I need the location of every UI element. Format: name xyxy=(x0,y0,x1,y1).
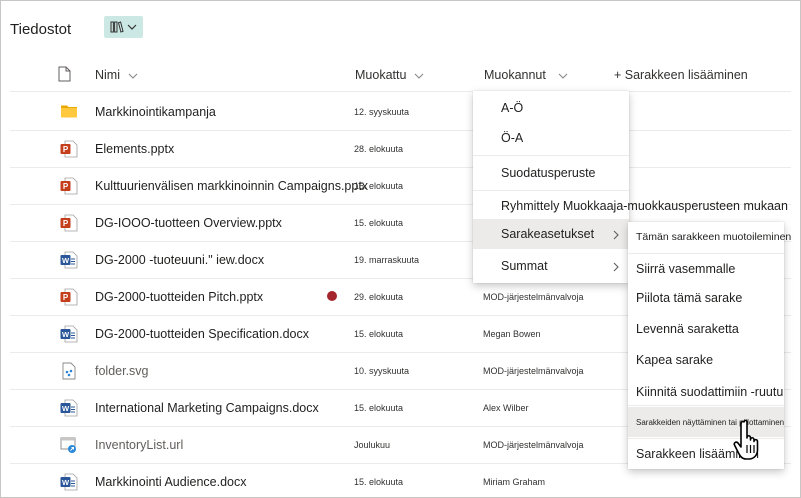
menu-item-label: A-Ö xyxy=(501,101,524,115)
svg-text:P: P xyxy=(63,293,69,302)
table-row[interactable]: P Elements.pptx 28. elokuuta xyxy=(10,131,791,168)
word-icon: W xyxy=(60,325,78,343)
modified-date: 15. elokuuta xyxy=(354,329,404,339)
menu-item-sort-ascending[interactable]: A-Ö xyxy=(473,93,629,123)
modified-date: 15. elokuuta xyxy=(354,181,404,191)
file-name[interactable]: DG-2000-tuotteiden Pitch.pptx xyxy=(95,290,263,304)
modified-date: 15. elokuuta xyxy=(354,403,404,413)
library-icon xyxy=(110,21,124,33)
folder-icon xyxy=(60,103,78,121)
modified-date: 19. marraskuuta xyxy=(354,255,420,265)
column-header-modified[interactable]: Muokattu xyxy=(355,60,424,90)
menu-item-sort-descending[interactable]: Ö-A xyxy=(473,123,629,153)
modified-date: 15. elokuuta xyxy=(354,477,404,487)
add-column-button[interactable]: + Sarakkeen lisääminen xyxy=(614,60,748,90)
chevron-down-icon xyxy=(127,24,137,30)
word-icon: W xyxy=(60,251,78,269)
menu-item-label: Piilota tämä sarake xyxy=(636,291,743,305)
file-name[interactable]: DG-IOOO-tuotteen Overview.pptx xyxy=(95,216,282,230)
header-divider xyxy=(10,91,791,92)
svg-text:W: W xyxy=(62,478,70,487)
add-column-label: + Sarakkeen lisääminen xyxy=(614,68,748,82)
status-badge xyxy=(327,291,337,301)
column-header-name-label: Nimi xyxy=(95,68,120,82)
file-name[interactable]: DG-2000-tuotteiden Specification.docx xyxy=(95,327,309,341)
chevron-right-icon xyxy=(613,261,619,275)
menu-item-label: Levennä saraketta xyxy=(636,322,739,336)
menu-item-label: Summat xyxy=(501,259,548,273)
document-icon xyxy=(58,66,71,85)
file-name[interactable]: International Marketing Campaigns.docx xyxy=(95,401,319,415)
svg-text:W: W xyxy=(62,404,70,413)
submenu-item-pin-to-filters[interactable]: Kiinnitä suodattimiin -ruutu xyxy=(628,377,784,407)
modified-date: 10. syyskuuta xyxy=(354,366,410,376)
menu-item-label: Ryhmittely Muokkaaja-muokkausperusteen m… xyxy=(501,199,788,213)
submenu-item-widen-column[interactable]: Levennä saraketta xyxy=(628,314,784,344)
svg-text:W: W xyxy=(62,330,70,339)
submenu-item-move-left[interactable]: Siirrä vasemmalle xyxy=(628,254,784,284)
menu-item-column-settings[interactable]: Sarakeasetukset xyxy=(473,219,629,249)
menu-item-totals[interactable]: Summat xyxy=(473,251,629,281)
menu-item-label: Kapea sarake xyxy=(636,353,714,367)
chevron-down-icon xyxy=(414,68,424,82)
submenu-item-narrow-column[interactable]: Kapea sarake xyxy=(628,345,784,375)
file-name[interactable]: Kulttuurienvälisen markkinoinnin Campaig… xyxy=(95,179,368,193)
powerpoint-icon: P xyxy=(60,214,78,232)
modified-by: MOD-järjestelmänvalvoja xyxy=(483,366,584,376)
modified-date: 29. elokuuta xyxy=(354,292,404,302)
file-name[interactable]: DG-2000 -tuoteuuni." iew.docx xyxy=(95,253,264,267)
modified-by: MOD-järjestelmänvalvoja xyxy=(483,292,584,302)
menu-item-label: Tämän sarakkeen muotoileminen xyxy=(636,231,792,243)
powerpoint-icon: P xyxy=(60,177,78,195)
submenu-item-format-column[interactable]: Tämän sarakkeen muotoileminen xyxy=(628,222,791,252)
menu-item-label: Kiinnitä suodattimiin -ruutu xyxy=(636,385,784,399)
chevron-down-icon xyxy=(558,68,568,82)
word-icon: W xyxy=(60,473,78,491)
url-file-icon xyxy=(60,436,78,454)
modified-date: 12. syyskuuta xyxy=(354,107,410,117)
menu-item-label: Sarakeasetukset xyxy=(501,227,595,241)
svg-text:P: P xyxy=(63,145,69,154)
page-title: Tiedostot xyxy=(10,21,72,38)
menu-item-label: Siirrä vasemmalle xyxy=(636,262,736,276)
powerpoint-icon: P xyxy=(60,288,78,306)
menu-item-label: Ö-A xyxy=(501,131,524,145)
file-name[interactable]: Elements.pptx xyxy=(95,142,174,156)
file-name[interactable]: folder.svg xyxy=(95,364,149,378)
modified-date: 15. elokuuta xyxy=(354,218,404,228)
menu-item-group-by[interactable]: Ryhmittely Muokkaaja-muokkausperusteen m… xyxy=(473,191,788,221)
column-header-modified-by-label: Muokannut xyxy=(484,68,546,82)
menu-divider xyxy=(473,155,629,156)
view-switcher-button[interactable] xyxy=(104,16,143,38)
menu-divider xyxy=(628,405,784,406)
column-header-modified-by[interactable]: Muokannut xyxy=(484,60,568,90)
chevron-down-icon xyxy=(128,68,138,82)
svg-file-icon xyxy=(60,362,78,380)
column-header-modified-label: Muokattu xyxy=(355,68,407,82)
file-type-header[interactable] xyxy=(58,60,71,90)
hand-cursor-icon xyxy=(733,418,769,462)
submenu-item-hide-column[interactable]: Piilota tämä sarake xyxy=(628,283,784,313)
menu-item-filter-by[interactable]: Suodatusperuste xyxy=(473,158,629,188)
powerpoint-icon: P xyxy=(60,140,78,158)
modified-by: Miriam Graham xyxy=(483,477,546,487)
svg-text:P: P xyxy=(63,182,69,191)
file-name[interactable]: Markkinointikampanja xyxy=(95,105,216,119)
file-name[interactable]: Markkinointi Audience.docx xyxy=(95,475,246,489)
column-header-name[interactable]: Nimi xyxy=(95,60,138,90)
menu-item-label: Suodatusperuste xyxy=(501,166,596,180)
modified-by: Alex Wilber xyxy=(483,403,529,413)
modified-by: MOD-järjestelmänvalvoja xyxy=(483,440,584,450)
chevron-right-icon xyxy=(613,229,619,243)
file-name[interactable]: InventoryList.url xyxy=(95,438,183,452)
svg-text:P: P xyxy=(63,219,69,228)
svg-text:W: W xyxy=(62,256,70,265)
word-icon: W xyxy=(60,399,78,417)
column-menu: A-Ö Ö-A Suodatusperuste Ryhmittely Muokk… xyxy=(473,91,788,283)
table-row[interactable]: Markkinointikampanja 12. syyskuuta xyxy=(10,94,791,131)
modified-date: 28. elokuuta xyxy=(354,144,404,154)
modified-date: Joulukuu xyxy=(354,440,391,450)
table-row[interactable]: W Markkinointi Audience.docx 15. elokuuta M… xyxy=(10,464,791,498)
modified-by: Megan Bowen xyxy=(483,329,541,339)
